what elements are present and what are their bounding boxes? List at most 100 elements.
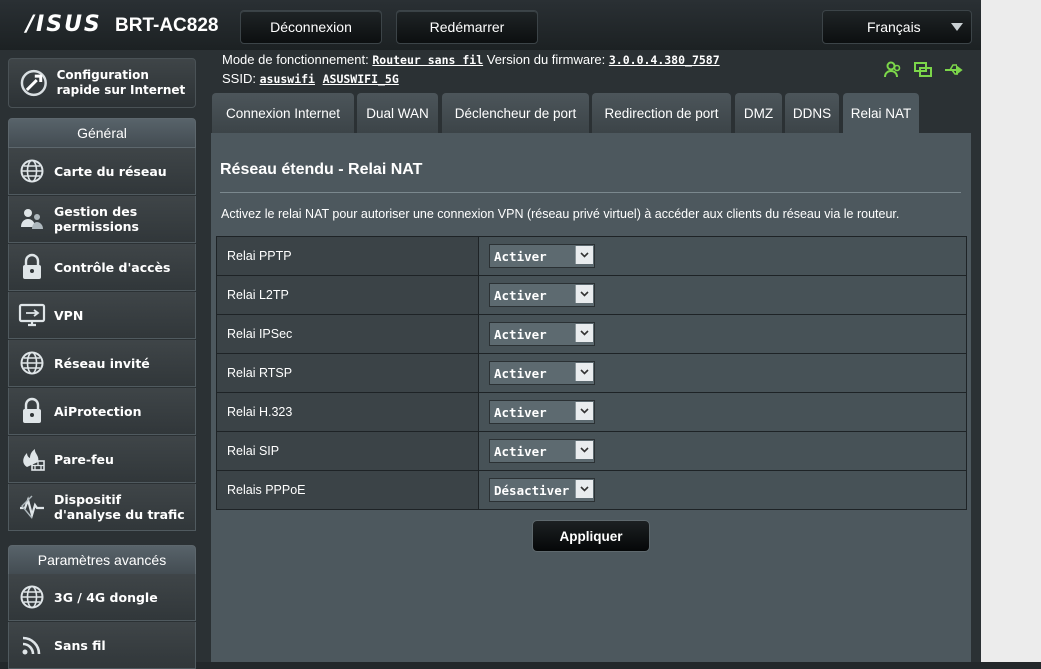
row-value-cell: Désactiver: [479, 471, 966, 509]
network-icon[interactable]: [913, 60, 933, 80]
clients-icon[interactable]: [883, 60, 903, 80]
wifi-icon: [17, 630, 47, 660]
quick-setup-label: Configuration rapide sur Internet: [56, 68, 186, 97]
row-label: Relais PPPoE: [217, 471, 479, 509]
mode-link[interactable]: Routeur sans fil: [372, 53, 483, 67]
tab-ddns[interactable]: DDNS: [785, 93, 839, 133]
lock-icon: [17, 252, 47, 282]
sidebar-item-label: Contrôle d'accès: [54, 259, 171, 275]
usb-icon[interactable]: [943, 60, 965, 80]
monitor-icon: [17, 300, 47, 330]
tab-dmz[interactable]: DMZ: [735, 93, 782, 133]
sidebar-item-label: Sans fil: [54, 637, 106, 653]
language-select[interactable]: Français: [822, 10, 972, 44]
firmware-link[interactable]: 3.0.0.4.380_7587: [609, 53, 720, 67]
relay-select-value: Activer: [494, 326, 547, 342]
table-row: Relais PPPoE Désactiver: [217, 471, 966, 509]
chevron-down-icon: [575, 363, 593, 381]
chevron-down-icon: [575, 246, 593, 264]
row-value-cell: Activer: [479, 432, 966, 470]
tab-redirection-de-port[interactable]: Redirection de port: [592, 93, 731, 133]
relay-select[interactable]: Activer: [489, 322, 595, 346]
table-row: Relai SIP Activer: [217, 432, 966, 471]
row-value-cell: Activer: [479, 315, 966, 353]
quick-setup-button[interactable]: Configuration rapide sur Internet: [8, 58, 196, 108]
firmware-label: Version du firmware:: [486, 52, 606, 67]
globe-icon: [17, 582, 47, 612]
relay-select[interactable]: Activer: [489, 439, 595, 463]
table-row: Relai IPSec Activer: [217, 315, 966, 354]
relay-select[interactable]: Activer: [489, 283, 595, 307]
sidebar-item-general-5[interactable]: AiProtection: [8, 388, 196, 435]
row-value-cell: Activer: [479, 276, 966, 314]
page-title: Réseau étendu - Relai NAT: [220, 161, 423, 178]
title-divider: [220, 192, 961, 193]
row-label: Relai SIP: [217, 432, 479, 470]
sidebar-item-general-0[interactable]: Carte du réseau: [8, 148, 196, 195]
chevron-down-icon: [575, 324, 593, 342]
relay-select-value: Activer: [494, 404, 547, 420]
chevron-down-icon: [575, 402, 593, 420]
relay-select[interactable]: Activer: [489, 400, 595, 424]
sidebar-item-label: AiProtection: [54, 403, 142, 419]
sidebar-item-label: 3G / 4G dongle: [54, 589, 158, 605]
relay-select[interactable]: Activer: [489, 361, 595, 385]
logout-button[interactable]: Déconnexion: [240, 10, 382, 44]
reboot-button[interactable]: Redémarrer: [396, 10, 538, 44]
model-name: BRT-AC828: [115, 15, 219, 36]
ssid-link-1[interactable]: asuswifi: [260, 72, 315, 86]
ssid-link-2[interactable]: ASUSWIFI_5G: [323, 72, 399, 86]
lock-icon: [17, 396, 47, 426]
table-row: Relai RTSP Activer: [217, 354, 966, 393]
relay-select-value: Activer: [494, 443, 547, 459]
table-row: Relai H.323 Activer: [217, 393, 966, 432]
tab-relai-nat[interactable]: Relai NAT: [843, 93, 919, 133]
page-description: Activez le relai NAT pour autoriser une …: [221, 207, 900, 221]
section-general-header: Général: [8, 118, 196, 148]
sidebar-item-label: Réseau invité: [54, 355, 150, 371]
row-label: Relai IPSec: [217, 315, 479, 353]
row-value-cell: Activer: [479, 354, 966, 392]
status-icons: [883, 60, 965, 80]
row-value-cell: Activer: [479, 237, 966, 275]
row-label: Relai L2TP: [217, 276, 479, 314]
nat-relay-table: Relai PPTP Activer Relai L2TP Activer Relai …: [216, 236, 967, 510]
tab-dual-wan[interactable]: Dual WAN: [357, 93, 438, 133]
status-info: Mode de fonctionnement: Routeur sans fil…: [222, 52, 720, 88]
tab-connexion-internet[interactable]: Connexion Internet: [212, 93, 354, 133]
chevron-down-icon: [951, 23, 963, 31]
language-value: Français: [867, 19, 921, 35]
apply-button[interactable]: Appliquer: [532, 520, 650, 552]
brand-logo: /ISUS: [26, 12, 102, 37]
sidebar-item-label: VPN: [54, 307, 84, 323]
table-row: Relai L2TP Activer: [217, 276, 966, 315]
mode-label: Mode de fonctionnement:: [222, 52, 369, 67]
sidebar-item-general-6[interactable]: Pare-feu: [8, 436, 196, 483]
sidebar-item-general-1[interactable]: Gestion des permissions: [8, 196, 196, 243]
chevron-down-icon: [575, 285, 593, 303]
sidebar-item-label: Pare-feu: [54, 451, 114, 467]
row-label: Relai PPTP: [217, 237, 479, 275]
sidebar-item-general-3[interactable]: VPN: [8, 292, 196, 339]
sidebar-item-label: Dispositif d'analyse du trafic: [54, 492, 185, 522]
sidebar-item-label: Carte du réseau: [54, 163, 167, 179]
firewall-icon: [17, 444, 47, 474]
row-value-cell: Activer: [479, 393, 966, 431]
chevron-down-icon: [575, 480, 593, 498]
sidebar-item-general-4[interactable]: Réseau invité: [8, 340, 196, 387]
relay-select[interactable]: Activer: [489, 244, 595, 268]
relay-select-value: Activer: [494, 248, 547, 264]
row-label: Relai H.323: [217, 393, 479, 431]
relay-select-value: Désactiver: [494, 482, 570, 498]
sidebar-item-general-7[interactable]: Dispositif d'analyse du trafic: [8, 484, 196, 531]
tab-declencheur-de-port[interactable]: Déclencheur de port: [442, 93, 589, 133]
sidebar-item-label: Gestion des permissions: [54, 204, 139, 234]
relay-select-value: Activer: [494, 365, 547, 381]
traffic-icon: [17, 492, 47, 522]
sidebar-item-advanced-0[interactable]: 3G / 4G dongle: [8, 574, 196, 621]
relay-select[interactable]: Désactiver: [489, 478, 595, 502]
relay-select-value: Activer: [494, 287, 547, 303]
sidebar-item-general-2[interactable]: Contrôle d'accès: [8, 244, 196, 291]
window-edge: [981, 0, 1041, 662]
chevron-down-icon: [575, 441, 593, 459]
